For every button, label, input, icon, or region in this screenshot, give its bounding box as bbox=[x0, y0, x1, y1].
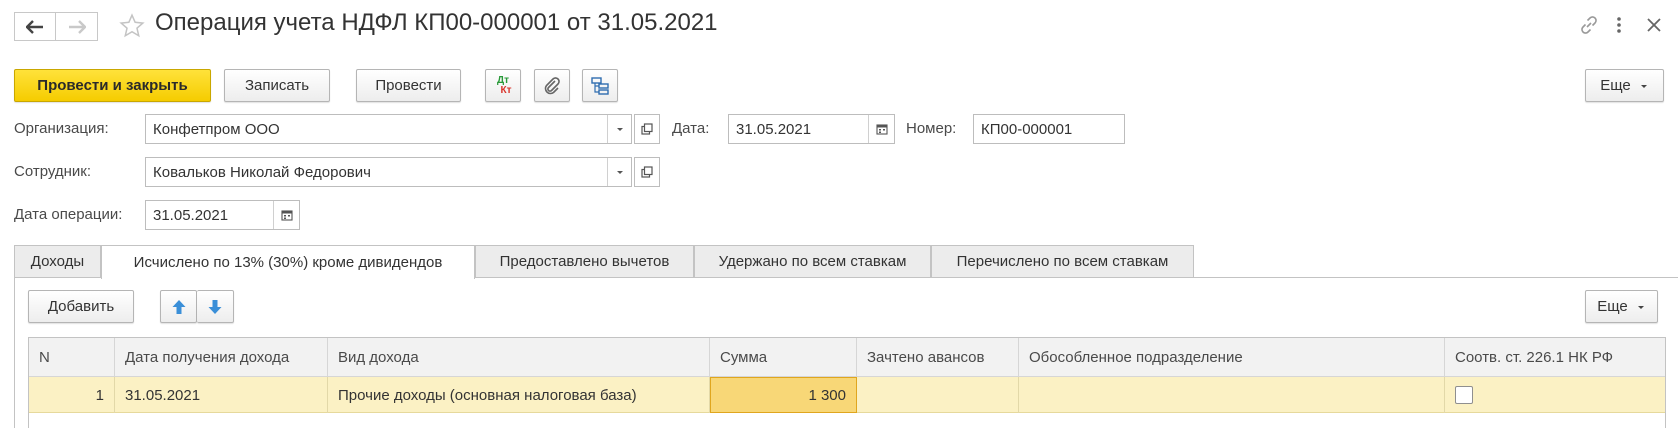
dtkt-icon: Дт Кт bbox=[494, 74, 512, 96]
column-header-advances[interactable]: Зачтено авансов bbox=[857, 338, 1019, 377]
move-up-button[interactable] bbox=[160, 290, 197, 323]
panel-more-label: Еще bbox=[1597, 298, 1628, 315]
table-header: N Дата получения дохода Вид дохода Сумма… bbox=[29, 338, 1665, 377]
cell-sum[interactable]: 1 300 bbox=[710, 377, 857, 413]
add-label: Добавить bbox=[47, 298, 115, 315]
open-icon bbox=[641, 123, 653, 135]
cell-division[interactable] bbox=[1019, 377, 1445, 413]
date-label: Дата: bbox=[672, 120, 710, 137]
tab-withheld[interactable]: Удержано по всем ставкам bbox=[694, 245, 931, 278]
art226-checkbox[interactable] bbox=[1455, 386, 1473, 404]
organization-value: Конфетпром ООО bbox=[153, 120, 280, 138]
date-calendar-button[interactable] bbox=[868, 115, 894, 143]
more-vertical-icon bbox=[1617, 17, 1621, 33]
employee-dropdown[interactable] bbox=[607, 158, 631, 186]
close-button[interactable] bbox=[1644, 14, 1664, 40]
employee-open-button[interactable] bbox=[634, 157, 660, 187]
column-header-n[interactable]: N bbox=[29, 338, 115, 377]
back-button[interactable] bbox=[14, 12, 56, 41]
organization-label: Организация: bbox=[14, 120, 109, 137]
tab-transferred[interactable]: Перечислено по всем ставкам bbox=[931, 245, 1194, 278]
date-value: 31.05.2021 bbox=[736, 120, 812, 138]
link-button[interactable] bbox=[1578, 14, 1600, 40]
paperclip-icon bbox=[544, 76, 560, 94]
chevron-down-icon bbox=[1640, 84, 1647, 88]
tab-calculated[interactable]: Исчислено по 13% (30%) кроме дивидендов bbox=[101, 245, 475, 279]
save-label: Записать bbox=[244, 77, 310, 94]
tab-calculated-label: Исчислено по 13% (30%) кроме дивидендов bbox=[133, 254, 443, 271]
structure-button[interactable] bbox=[582, 69, 618, 102]
page-title: Операция учета НДФЛ КП00-000001 от 31.05… bbox=[155, 9, 718, 36]
cell-kind[interactable]: Прочие доходы (основная налоговая база) bbox=[328, 377, 710, 413]
tab-income-label: Доходы bbox=[30, 253, 85, 270]
attach-button[interactable] bbox=[534, 69, 570, 102]
star-icon bbox=[119, 13, 145, 38]
forward-button[interactable] bbox=[56, 12, 98, 41]
employee-field[interactable]: Ковальков Николай Федорович bbox=[145, 157, 632, 187]
number-value: КП00-000001 bbox=[981, 120, 1073, 138]
dropdown-icon bbox=[616, 171, 623, 174]
employee-label: Сотрудник: bbox=[14, 163, 92, 180]
tab-deductions[interactable]: Предоставлено вычетов bbox=[475, 245, 694, 278]
close-icon bbox=[1647, 18, 1661, 32]
post-label: Провести bbox=[375, 77, 442, 94]
panel-more-button[interactable]: Еще bbox=[1585, 290, 1658, 323]
tab-deductions-label: Предоставлено вычетов bbox=[499, 253, 670, 270]
open-icon bbox=[641, 166, 653, 178]
calendar-icon bbox=[875, 124, 888, 135]
cell-n[interactable]: 1 bbox=[29, 377, 115, 413]
number-label: Номер: bbox=[906, 120, 957, 137]
income-table: N Дата получения дохода Вид дохода Сумма… bbox=[28, 337, 1666, 428]
column-header-sum[interactable]: Сумма bbox=[710, 338, 857, 377]
post-button[interactable]: Провести bbox=[356, 69, 461, 102]
link-icon bbox=[1581, 16, 1597, 34]
operation-date-label: Дата операции: bbox=[14, 206, 123, 223]
save-button[interactable]: Записать bbox=[224, 69, 330, 102]
tab-withheld-label: Удержано по всем ставкам bbox=[718, 253, 907, 270]
employee-value: Ковальков Николай Федорович bbox=[153, 163, 371, 181]
dtkt-button[interactable]: Дт Кт bbox=[485, 69, 521, 102]
date-field[interactable]: 31.05.2021 bbox=[728, 114, 895, 144]
more-label: Еще bbox=[1600, 77, 1631, 94]
arrow-down-icon bbox=[208, 299, 222, 314]
organization-dropdown[interactable] bbox=[607, 115, 631, 143]
structure-icon bbox=[591, 76, 609, 95]
chevron-down-icon bbox=[1637, 305, 1644, 309]
arrow-up-icon bbox=[172, 299, 185, 314]
move-down-button[interactable] bbox=[197, 290, 234, 323]
back-arrow-icon bbox=[26, 19, 43, 34]
dtkt-bottom: Кт bbox=[500, 84, 512, 96]
calendar-icon bbox=[280, 210, 293, 221]
table-row[interactable]: 1 31.05.2021 Прочие доходы (основная нал… bbox=[29, 377, 1665, 413]
column-header-art226[interactable]: Соотв. ст. 226.1 НК РФ bbox=[1445, 338, 1667, 377]
favorite-button[interactable] bbox=[119, 13, 145, 43]
dropdown-icon bbox=[616, 128, 623, 131]
operation-date-value: 31.05.2021 bbox=[153, 206, 229, 224]
operation-date-field[interactable]: 31.05.2021 bbox=[145, 200, 300, 230]
number-field[interactable]: КП00-000001 bbox=[973, 114, 1125, 144]
more-actions-button[interactable] bbox=[1612, 14, 1626, 40]
dtkt-top: Дт bbox=[496, 74, 509, 86]
post-and-close-label: Провести и закрыть bbox=[37, 77, 188, 94]
operation-date-calendar-button[interactable] bbox=[273, 201, 299, 229]
column-header-date[interactable]: Дата получения дохода bbox=[115, 338, 328, 377]
post-and-close-button[interactable]: Провести и закрыть bbox=[14, 69, 211, 102]
organization-open-button[interactable] bbox=[634, 114, 660, 144]
organization-field[interactable]: Конфетпром ООО bbox=[145, 114, 632, 144]
column-header-kind[interactable]: Вид дохода bbox=[328, 338, 710, 377]
tab-income[interactable]: Доходы bbox=[14, 245, 101, 278]
forward-arrow-icon bbox=[68, 19, 86, 34]
more-button[interactable]: Еще bbox=[1585, 69, 1664, 102]
cell-date[interactable]: 31.05.2021 bbox=[115, 377, 328, 413]
column-header-division[interactable]: Обособленное подразделение bbox=[1019, 338, 1445, 377]
add-button[interactable]: Добавить bbox=[28, 290, 134, 323]
cell-advances[interactable] bbox=[857, 377, 1019, 413]
tab-transferred-label: Перечислено по всем ставкам bbox=[956, 253, 1169, 270]
cell-art226[interactable] bbox=[1445, 377, 1667, 413]
